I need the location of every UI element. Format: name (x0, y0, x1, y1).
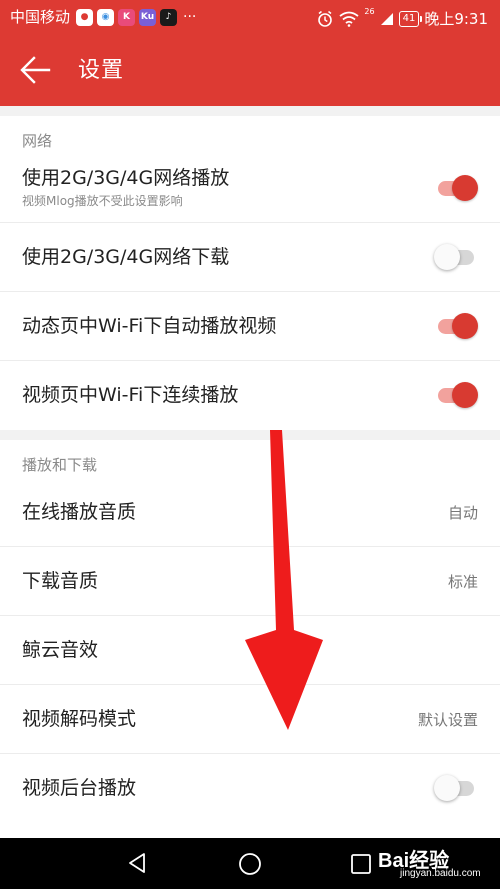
cellular-playback-toggle[interactable] (438, 175, 478, 201)
page-title: 设置 (78, 58, 125, 83)
setting-title: 下载音质 (22, 570, 99, 592)
setting-row-background-video[interactable]: 视频后台播放 (0, 754, 500, 823)
setting-row-sound-effects[interactable]: 鲸云音效 (0, 616, 500, 685)
kuaikan-icon: K (118, 8, 136, 26)
cellular-download-toggle[interactable] (434, 244, 474, 270)
title-bar: 设置 (0, 36, 500, 106)
section-divider (0, 106, 500, 116)
signal-icon (380, 12, 393, 25)
navigation-bar: Bai经验 jingyan.baidu.com (0, 838, 500, 889)
setting-title: 视频解码模式 (22, 708, 137, 730)
setting-title: 动态页中Wi-Fi下自动播放视频 (22, 315, 277, 337)
network-type-label: 26 (364, 7, 375, 16)
watermark-url: jingyan.baidu.com (400, 868, 481, 879)
setting-title: 使用2G/3G/4G网络下载 (22, 246, 230, 268)
section-header-network: 网络 (22, 132, 53, 150)
setting-row-video-decode-mode[interactable]: 视频解码模式 默认设置 (0, 685, 500, 754)
setting-title: 鲸云音效 (22, 639, 99, 661)
setting-value: 默认设置 (417, 711, 478, 729)
browser-icon: ◉ (97, 8, 115, 26)
wifi-icon (339, 11, 359, 27)
setting-title: 在线播放音质 (22, 501, 137, 523)
back-button[interactable] (18, 53, 58, 89)
alarm-icon (318, 10, 333, 27)
ku-icon: Ku (139, 8, 157, 26)
setting-row-cellular-playback[interactable]: 使用2G/3G/4G网络播放 视频Mlog播放不受此设置影响 (0, 154, 500, 223)
setting-value: 自动 (447, 504, 478, 522)
setting-value: 标准 (447, 573, 478, 591)
setting-title: 视频后台播放 (22, 777, 137, 799)
setting-row-wifi-autoplay-video[interactable]: 动态页中Wi-Fi下自动播放视频 (0, 292, 500, 361)
section-divider (0, 430, 500, 440)
setting-row-online-quality[interactable]: 在线播放音质 自动 (0, 478, 500, 547)
settings-list[interactable]: 网络 使用2G/3G/4G网络播放 视频Mlog播放不受此设置影响 使用2G/3… (0, 106, 500, 838)
setting-row-cellular-download[interactable]: 使用2G/3G/4G网络下载 (0, 223, 500, 292)
battery-icon: 41 (398, 10, 423, 27)
status-bar: 中国移动 ● ◉ K Ku ♪ ··· 26 41 晚上9:31 (0, 0, 500, 36)
back-arrow-icon (20, 56, 51, 84)
nav-home-icon[interactable] (237, 851, 263, 877)
section-header-playback: 播放和下载 (22, 456, 98, 474)
nav-recent-apps-icon[interactable] (350, 853, 372, 875)
setting-row-wifi-continuous-play[interactable]: 视频页中Wi-Fi下连续播放 (0, 361, 500, 430)
setting-title: 使用2G/3G/4G网络播放 (22, 167, 230, 189)
nav-back-icon[interactable] (126, 851, 150, 875)
status-bar-left: 中国移动 ● ◉ K Ku ♪ ··· (10, 8, 196, 26)
setting-title: 视频页中Wi-Fi下连续播放 (22, 384, 239, 406)
wechat-icon: ● (76, 8, 94, 26)
status-bar-right: 26 41 晚上9:31 (316, 8, 488, 29)
carrier-label: 中国移动 (10, 8, 71, 26)
wifi-autoplay-toggle[interactable] (438, 313, 478, 339)
background-video-toggle[interactable] (434, 775, 474, 801)
more-notifications-icon: ··· (183, 9, 197, 25)
setting-row-download-quality[interactable]: 下载音质 标准 (0, 547, 500, 616)
tiktok-icon: ♪ (160, 8, 178, 26)
setting-subtitle: 视频Mlog播放不受此设置影响 (22, 194, 183, 208)
continuous-play-toggle[interactable] (438, 382, 478, 408)
clock: 晚上9:31 (424, 10, 488, 28)
